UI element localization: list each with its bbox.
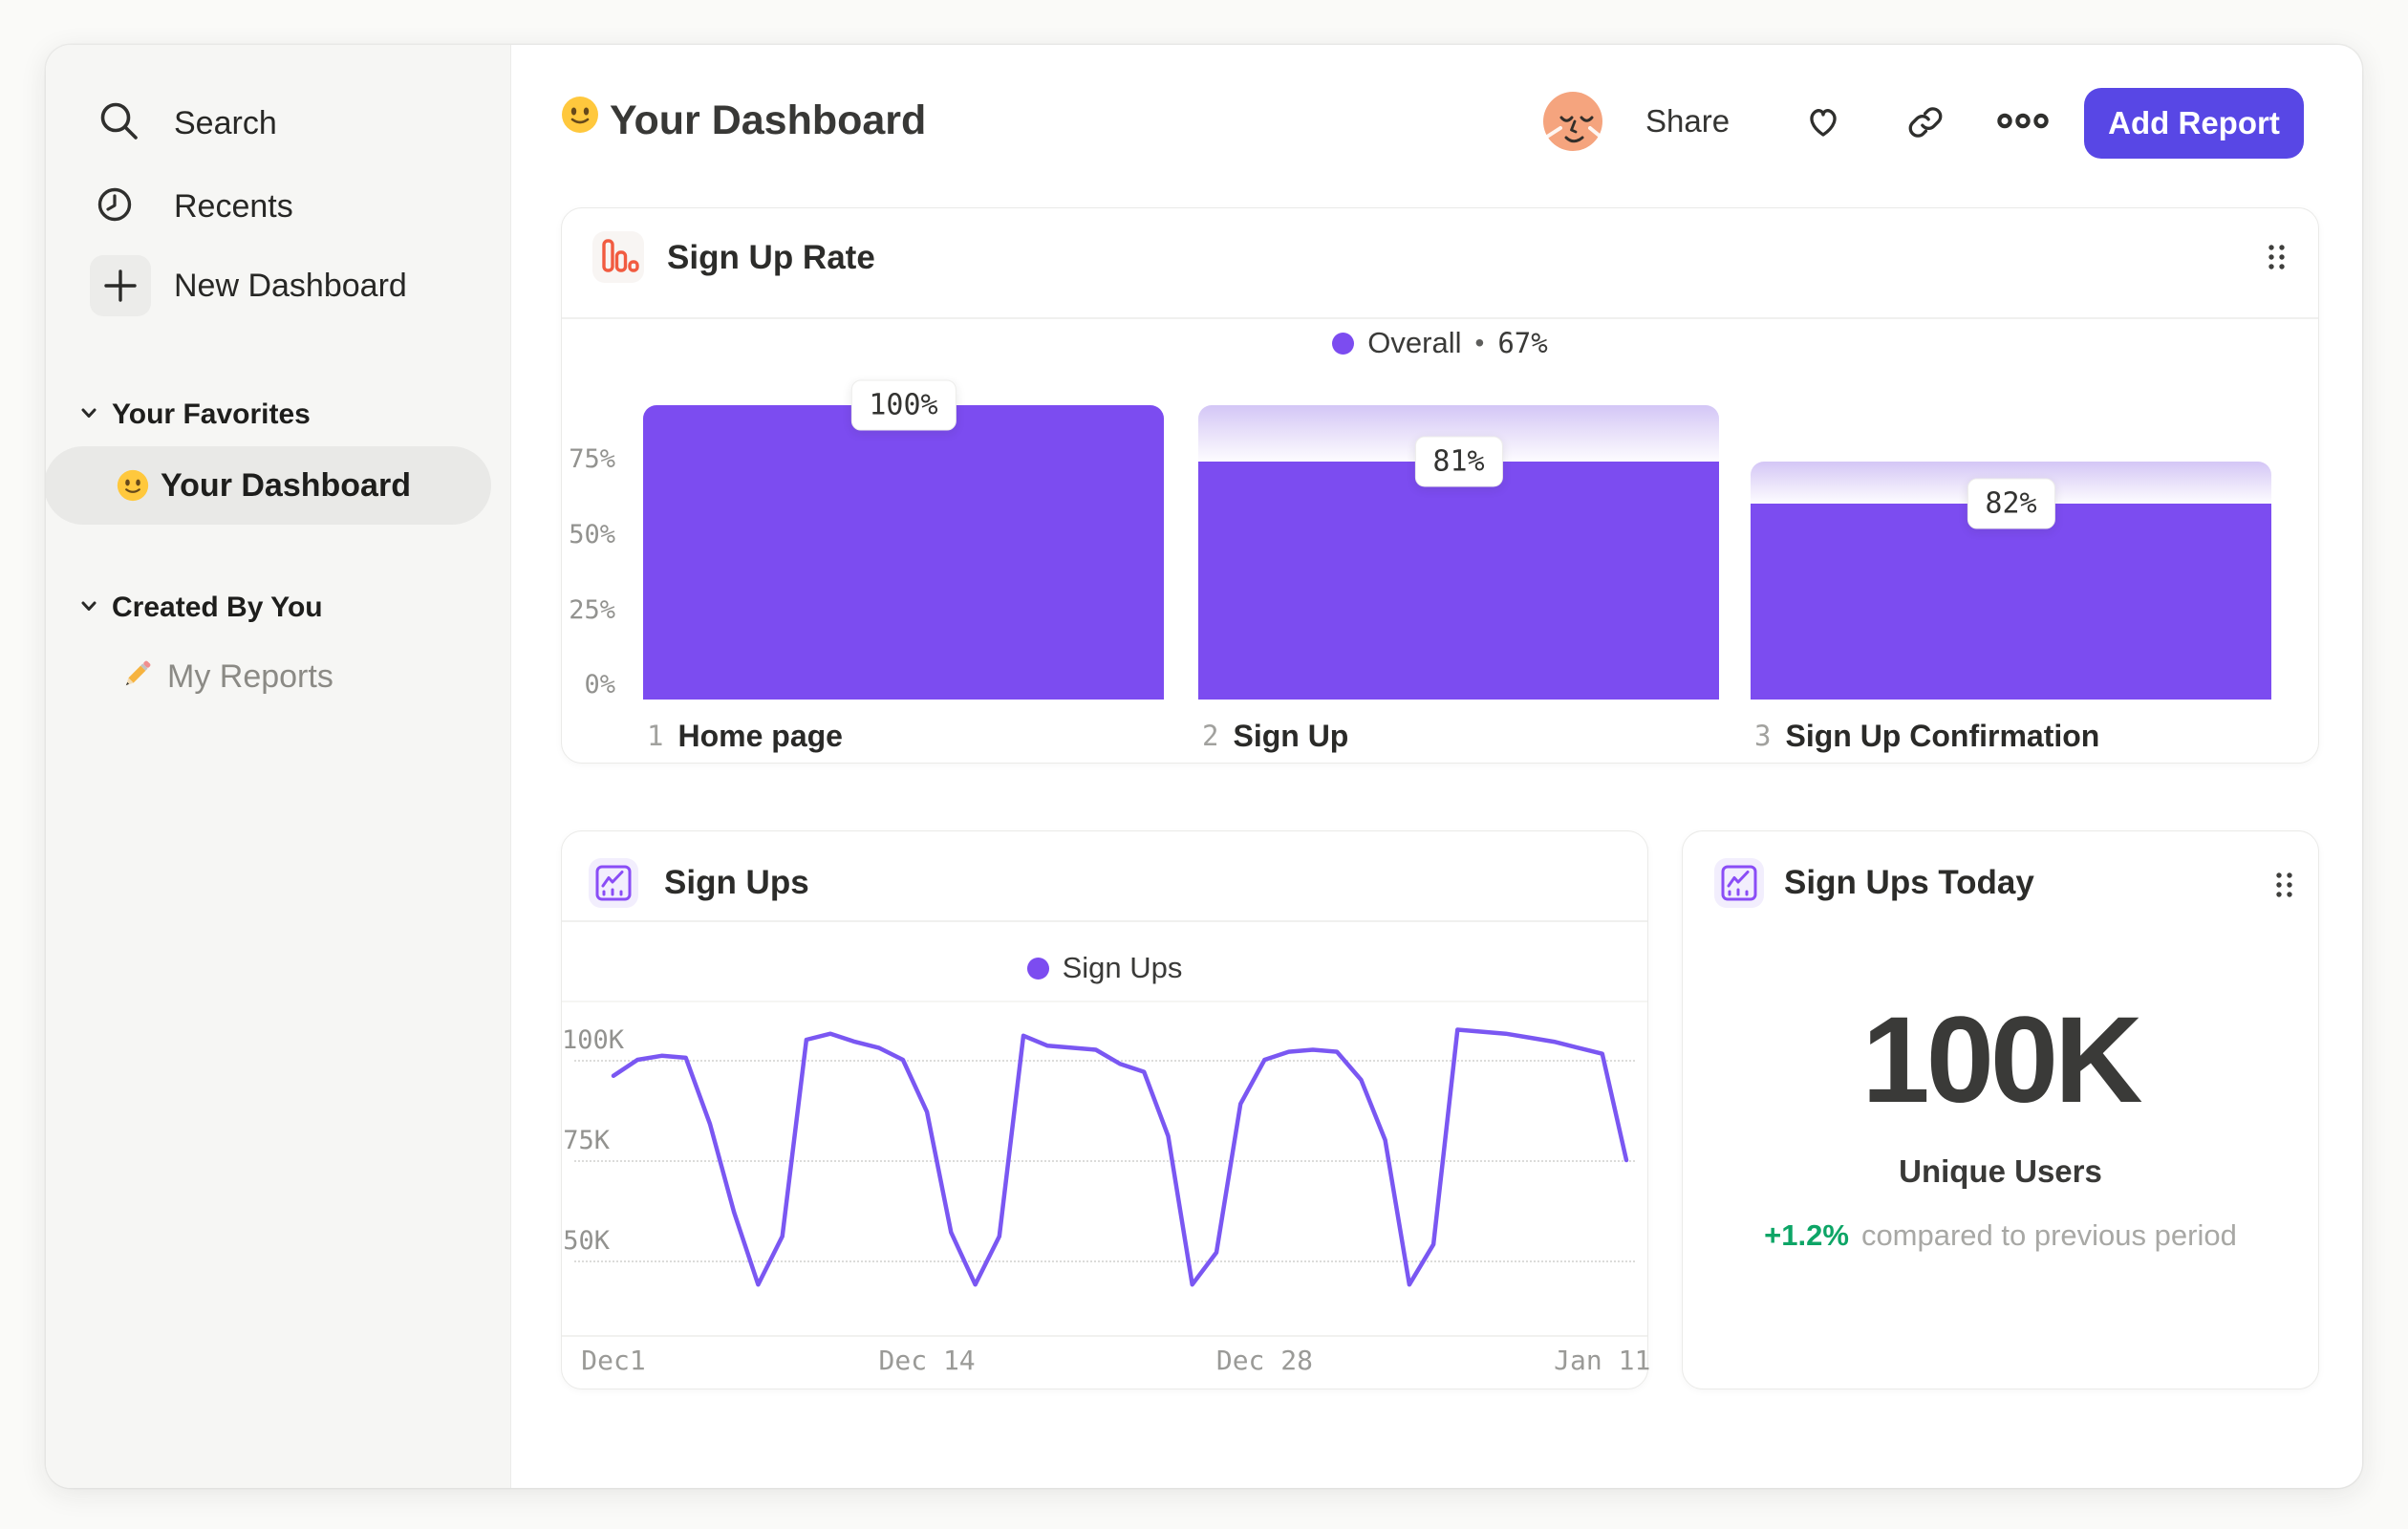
step-name: Sign Up Confirmation xyxy=(1785,718,2100,753)
sidebar-item-label: New Dashboard xyxy=(174,267,407,304)
clock-icon xyxy=(92,182,138,232)
search-icon xyxy=(96,98,141,149)
sidebar-item-your-dashboard[interactable]: Your Dashboard xyxy=(46,446,491,525)
delta-note: compared to previous period xyxy=(1860,1218,2237,1252)
app-window: Search Recents New Dashboard Your Favori… xyxy=(46,45,2362,1488)
sidebar-section-your-favorites[interactable]: Your Favorites xyxy=(78,398,311,431)
sidebar-item-label: Your Dashboard xyxy=(161,466,411,504)
sidebar-item-search[interactable]: Search xyxy=(96,98,277,149)
sidebar-item-recents[interactable]: Recents xyxy=(92,182,293,232)
line-x-tick: Dec1 xyxy=(581,1345,646,1376)
funnel-y-tick: 0% xyxy=(584,670,615,700)
step-name: Home page xyxy=(677,718,843,753)
avatar[interactable] xyxy=(1543,92,1602,151)
step-name: Sign Up xyxy=(1233,718,1349,753)
sidebar-item-new-dashboard[interactable]: New Dashboard xyxy=(90,255,407,316)
favorite-heart-icon[interactable] xyxy=(1804,102,1842,145)
section-header-label: Created By You xyxy=(112,592,323,623)
funnel-bar[interactable] xyxy=(1751,504,2271,700)
metric-value: 100K xyxy=(1861,992,2143,1129)
copy-link-icon[interactable] xyxy=(1907,104,1944,145)
sidebar-item-label: My Reports xyxy=(167,658,333,695)
metric-label: Unique Users xyxy=(1899,1153,2102,1189)
funnel-bar[interactable] xyxy=(1198,461,1719,700)
more-options-icon[interactable] xyxy=(1997,113,2051,134)
funnel-bar[interactable] xyxy=(643,405,1164,700)
sign-up-rate-card: Sign Up Rate Overall • 67% 75% 50% 25% 0% 10… xyxy=(561,207,2319,764)
pencil-emoji xyxy=(118,657,155,698)
funnel-value-label: 82% xyxy=(1967,478,2055,529)
x-axis-line xyxy=(562,1335,1647,1337)
metric-delta: +1.2% compared to previous period xyxy=(1683,1217,2318,1255)
sidebar: Search Recents New Dashboard Your Favori… xyxy=(46,45,511,1488)
funnel-y-tick: 50% xyxy=(569,520,615,549)
funnel-plot: 75% 50% 25% 0% 100% 1 Home page 81% 2 Sign Up 82% 3… xyxy=(562,208,2318,763)
funnel-value-label: 81% xyxy=(1414,436,1503,487)
dashboard-title-emoji xyxy=(561,96,599,139)
sidebar-section-created-by-you[interactable]: Created By You xyxy=(78,592,323,624)
sidebar-item-label: Recents xyxy=(174,188,293,225)
card-title: Sign Ups Today xyxy=(1784,864,2034,901)
chevron-down-icon xyxy=(78,402,99,428)
step-number: 2 xyxy=(1202,720,1219,752)
funnel-y-tick: 75% xyxy=(569,444,615,474)
funnel-step-label: 3 Sign Up Confirmation xyxy=(1754,717,2099,755)
sidebar-item-label: Search xyxy=(174,105,277,141)
add-report-button[interactable]: Add Report xyxy=(2084,88,2304,159)
sign-ups-line-series xyxy=(611,1027,1629,1287)
funnel-step-label: 2 Sign Up xyxy=(1202,717,1348,755)
plus-icon xyxy=(90,255,151,316)
section-header-label: Your Favorites xyxy=(112,398,311,430)
line-chart-plot: 100K 75K 50K Dec1 Dec 14 Dec 28 Jan 11 xyxy=(562,831,1651,1389)
step-number: 1 xyxy=(647,720,664,752)
line-x-tick: Dec 14 xyxy=(878,1345,976,1376)
drag-handle-icon[interactable] xyxy=(2271,871,2298,899)
funnel-step-label: 1 Home page xyxy=(647,717,843,755)
sidebar-item-my-reports[interactable]: My Reports xyxy=(118,657,333,698)
line-chart-icon xyxy=(1714,858,1764,908)
page-title: Your Dashboard xyxy=(610,97,927,143)
sign-ups-card: Sign Ups Sign Ups 100K 75K 50K Dec1 Dec 14 De… xyxy=(561,830,1651,1389)
sign-ups-today-card: Sign Ups Today 100K Unique Users +1.2% c… xyxy=(1682,830,2319,1389)
delta-value: +1.2% xyxy=(1764,1218,1849,1252)
smiley-emoji xyxy=(117,469,149,502)
line-x-tick: Jan 11 xyxy=(1554,1345,1651,1376)
chevron-down-icon xyxy=(78,595,99,621)
funnel-value-label: 100% xyxy=(850,379,957,431)
share-button[interactable]: Share xyxy=(1645,102,1730,140)
funnel-y-tick: 25% xyxy=(569,595,615,625)
line-x-tick: Dec 28 xyxy=(1215,1345,1313,1376)
step-number: 3 xyxy=(1754,720,1772,752)
